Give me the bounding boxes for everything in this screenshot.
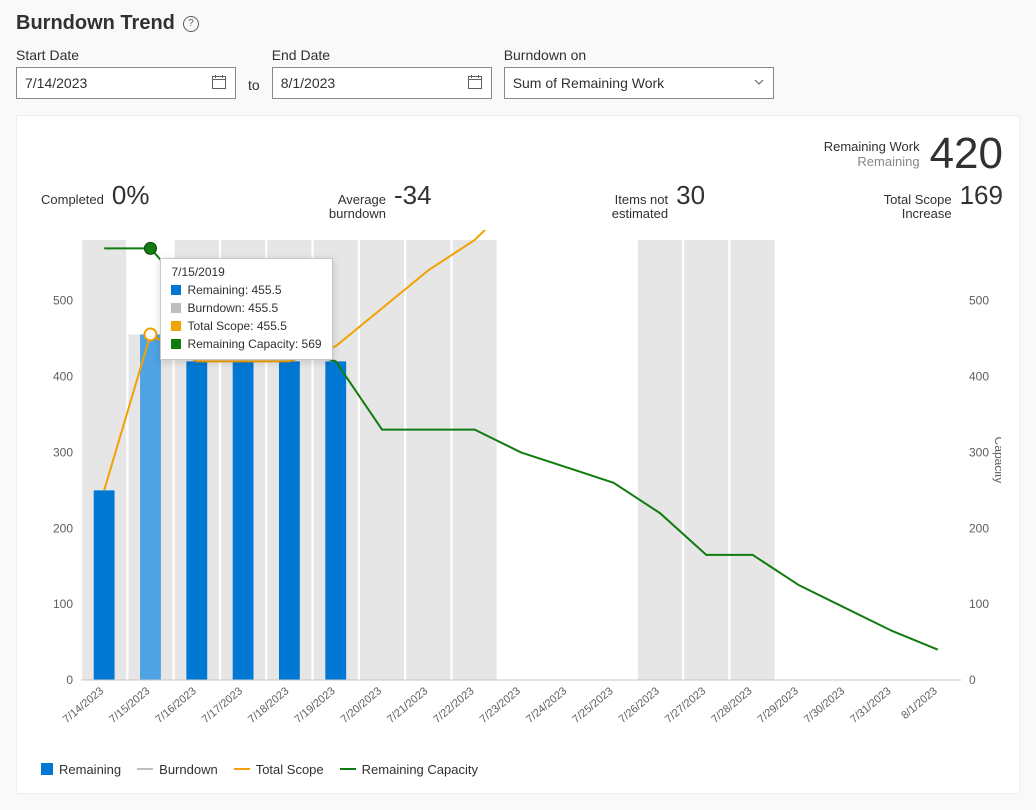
avg-burndown-metric: Average burndown -34 [316, 180, 432, 222]
end-date-label: End Date [272, 47, 492, 63]
svg-text:0: 0 [66, 673, 73, 687]
legend-swatch [137, 768, 153, 770]
svg-text:7/20/2023: 7/20/2023 [339, 685, 384, 726]
svg-text:7/17/2023: 7/17/2023 [200, 685, 245, 726]
svg-text:7/21/2023: 7/21/2023 [385, 685, 430, 726]
svg-text:7/23/2023: 7/23/2023 [478, 685, 523, 726]
svg-text:7/25/2023: 7/25/2023 [570, 685, 615, 726]
legend-item[interactable]: Total Scope [234, 762, 324, 777]
completed-value: 0% [112, 180, 150, 211]
legend-label: Remaining Capacity [362, 762, 478, 777]
legend-swatch [234, 768, 250, 770]
svg-text:Capacity: Capacity [992, 436, 1001, 483]
svg-text:7/29/2023: 7/29/2023 [756, 685, 801, 726]
start-date-value: 7/14/2023 [25, 75, 87, 91]
calendar-icon [211, 74, 227, 93]
end-date-group: End Date 8/1/2023 [272, 47, 492, 99]
burndown-on-select[interactable]: Sum of Remaining Work [504, 67, 774, 99]
filter-bar: Start Date 7/14/2023 to End Date 8/1/202… [0, 43, 1036, 115]
chart-panel: Remaining Work Remaining 420 Completed 0… [16, 115, 1020, 794]
chevron-down-icon [753, 75, 765, 91]
svg-text:7/26/2023: 7/26/2023 [617, 685, 662, 726]
svg-text:7/31/2023: 7/31/2023 [848, 685, 893, 726]
items-not-estimated-metric: Items not estimated 30 [598, 180, 705, 222]
svg-text:7/15/2023: 7/15/2023 [107, 685, 152, 726]
svg-text:0: 0 [969, 673, 976, 687]
calendar-icon [467, 74, 483, 93]
burndown-on-value: Sum of Remaining Work [513, 75, 664, 91]
legend-label: Total Scope [256, 762, 324, 777]
svg-text:7/18/2023: 7/18/2023 [246, 685, 291, 726]
metrics-row: Completed 0% Average burndown -34 Items … [41, 180, 1003, 222]
svg-text:100: 100 [969, 597, 989, 611]
svg-text:7/19/2023: 7/19/2023 [292, 685, 337, 726]
legend-label: Remaining [59, 762, 121, 777]
svg-text:300: 300 [969, 445, 989, 459]
svg-text:7/30/2023: 7/30/2023 [802, 685, 847, 726]
legend-swatch [340, 768, 356, 770]
header: Burndown Trend ? [0, 0, 1036, 43]
avg-burndown-value: -34 [394, 180, 432, 211]
burndown-on-label: Burndown on [504, 47, 774, 63]
svg-text:7/27/2023: 7/27/2023 [663, 685, 708, 726]
start-date-group: Start Date 7/14/2023 [16, 47, 236, 99]
svg-text:8/1/2023: 8/1/2023 [899, 685, 940, 722]
svg-text:7/28/2023: 7/28/2023 [709, 685, 754, 726]
total-scope-increase-value: 169 [960, 180, 1003, 211]
avg-burndown-label: Average burndown [316, 193, 386, 222]
burndown-on-group: Burndown on Sum of Remaining Work [504, 47, 774, 99]
svg-text:500: 500 [969, 293, 989, 307]
svg-text:7/22/2023: 7/22/2023 [431, 685, 476, 726]
start-date-label: Start Date [16, 47, 236, 63]
items-not-estimated-value: 30 [676, 180, 705, 211]
items-not-estimated-label: Items not estimated [598, 193, 668, 222]
completed-label: Completed [41, 193, 104, 207]
metrics-top: Remaining Work Remaining 420 [41, 132, 1003, 176]
to-label: to [248, 77, 260, 99]
legend-item[interactable]: Burndown [137, 762, 218, 777]
svg-text:300: 300 [53, 445, 73, 459]
chart-legend: Remaining Burndown Total Scope Remaining Ca… [41, 750, 1003, 777]
chart-tooltip: 7/15/2019Remaining: 455.5Burndown: 455.5… [160, 258, 332, 360]
legend-swatch [41, 763, 53, 775]
total-scope-increase-label: Total Scope Increase [872, 193, 952, 222]
remaining-sublabel: Remaining [824, 154, 920, 169]
svg-text:7/16/2023: 7/16/2023 [154, 685, 199, 726]
help-icon[interactable]: ? [183, 16, 199, 32]
remaining-work-metric: Remaining Work Remaining 420 [824, 132, 1003, 176]
start-date-input[interactable]: 7/14/2023 [16, 67, 236, 99]
legend-item[interactable]: Remaining Capacity [340, 762, 478, 777]
svg-text:200: 200 [969, 521, 989, 535]
page-title: Burndown Trend [16, 12, 175, 35]
svg-text:7/14/2023: 7/14/2023 [61, 685, 106, 726]
svg-text:400: 400 [53, 369, 73, 383]
svg-text:200: 200 [53, 521, 73, 535]
remaining-work-label: Remaining Work [824, 139, 920, 154]
end-date-value: 8/1/2023 [281, 75, 336, 91]
remaining-work-value: 420 [930, 132, 1003, 176]
total-scope-increase-metric: Total Scope Increase 169 [872, 180, 1003, 222]
chart-container: 0 100 200 300 400 500 0 100 200 300 400 500 Capacity… [41, 230, 1003, 750]
legend-item[interactable]: Remaining [41, 762, 121, 777]
svg-text:7/24/2023: 7/24/2023 [524, 685, 569, 726]
svg-text:500: 500 [53, 293, 73, 307]
svg-text:100: 100 [53, 597, 73, 611]
legend-label: Burndown [159, 762, 218, 777]
svg-text:400: 400 [969, 369, 989, 383]
end-date-input[interactable]: 8/1/2023 [272, 67, 492, 99]
completed-metric: Completed 0% [41, 180, 149, 222]
